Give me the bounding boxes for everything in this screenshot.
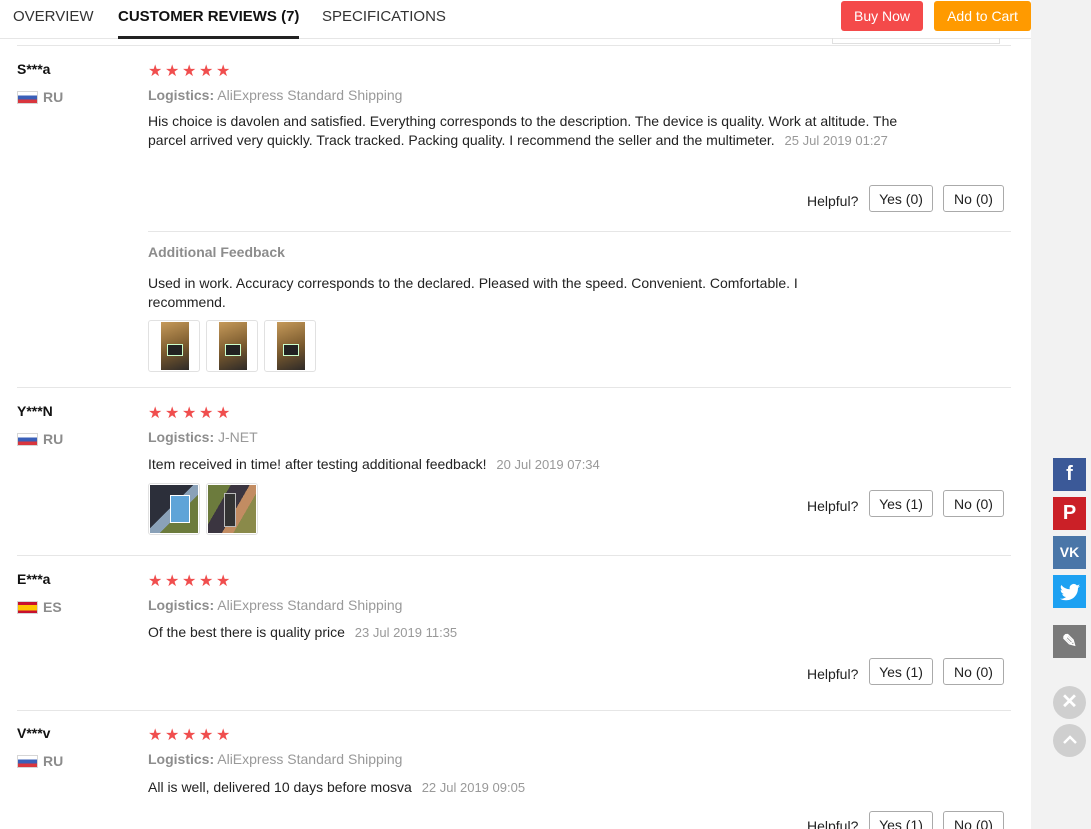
helpful-yes-button[interactable]: Yes (1): [869, 811, 933, 829]
close-icon[interactable]: ✕: [1053, 686, 1086, 719]
additional-feedback-title: Additional Feedback: [148, 244, 285, 260]
logistics-label: Logistics:: [148, 597, 215, 613]
star-icon: ★: [182, 573, 197, 590]
star-icon: ★: [165, 573, 180, 590]
review-divider: [17, 387, 1011, 388]
back-to-top-icon[interactable]: [1053, 724, 1086, 757]
star-icon: ★: [216, 63, 231, 80]
star-icon: ★: [182, 63, 197, 80]
flag-ru-icon: [17, 755, 38, 768]
add-to-cart-button[interactable]: Add to Cart: [934, 1, 1031, 31]
tab-customer-reviews[interactable]: CUSTOMER REVIEWS (7): [118, 0, 300, 39]
review-divider: [17, 710, 1011, 711]
review-date: 25 Jul 2019 01:27: [784, 133, 888, 148]
edit-icon[interactable]: ✎: [1053, 625, 1086, 658]
logistics-info: Logistics: AliExpress Standard Shipping: [148, 597, 402, 613]
review-text: Of the best there is quality price 23 Ju…: [148, 623, 908, 642]
star-icon: ★: [182, 405, 197, 422]
review-text: His choice is davolen and satisfied. Eve…: [148, 112, 908, 150]
star-icon: ★: [216, 573, 231, 590]
star-icon: ★: [148, 63, 163, 80]
star-icon: ★: [148, 405, 163, 422]
logistics-value: AliExpress Standard Shipping: [217, 597, 403, 613]
logistics-value: J-NET: [218, 429, 258, 445]
review-date: 22 Jul 2019 09:05: [421, 780, 526, 795]
logistics-info: Logistics: AliExpress Standard Shipping: [148, 751, 402, 767]
country-code: RU: [43, 753, 64, 769]
review-date: 23 Jul 2019 11:35: [354, 625, 458, 640]
logistics-label: Logistics:: [148, 751, 215, 767]
star-icon: ★: [216, 405, 231, 422]
review-text: Item received in time! after testing add…: [148, 455, 908, 474]
star-icon: ★: [165, 63, 180, 80]
flag-es-icon: [17, 601, 38, 614]
helpful-no-button[interactable]: No (0): [943, 490, 1004, 517]
star-icon: ★: [199, 573, 214, 590]
helpful-no-button[interactable]: No (0): [943, 185, 1004, 212]
review-body: Of the best there is quality price: [148, 624, 345, 640]
review-text: All is well, delivered 10 days before mo…: [148, 778, 908, 797]
review-body: All is well, delivered 10 days before mo…: [148, 779, 412, 795]
facebook-icon[interactable]: f: [1053, 458, 1086, 491]
star-icon: ★: [216, 727, 231, 744]
logistics-value: AliExpress Standard Shipping: [217, 751, 403, 767]
helpful-yes-button[interactable]: Yes (1): [869, 490, 933, 517]
tab-specifications[interactable]: SPECIFICATIONS: [322, 0, 446, 38]
helpful-label: Helpful?: [807, 193, 859, 209]
star-rating: ★ ★ ★ ★ ★: [148, 63, 233, 80]
star-rating: ★ ★ ★ ★ ★: [148, 573, 233, 590]
flag-ru-icon: [17, 91, 38, 104]
additional-feedback-text: Used in work. Accuracy corresponds to th…: [148, 275, 798, 310]
helpful-label: Helpful?: [807, 666, 859, 682]
star-icon: ★: [199, 63, 214, 80]
reviewer-name: Y***N: [17, 403, 53, 419]
helpful-label: Helpful?: [807, 818, 859, 829]
star-rating: ★ ★ ★ ★ ★: [148, 405, 233, 422]
helpful-no-button[interactable]: No (0): [943, 658, 1004, 685]
review-date: 20 Jul 2019 07:34: [496, 457, 600, 472]
vk-icon[interactable]: VK: [1053, 536, 1086, 569]
review-divider: [17, 45, 1011, 46]
reviewer-name: V***v: [17, 725, 51, 741]
product-detail-panel: OVERVIEW CUSTOMER REVIEWS (7) SPECIFICAT…: [0, 0, 1031, 829]
logistics-label: Logistics:: [148, 429, 215, 445]
reviewer-name: S***a: [17, 61, 51, 77]
helpful-yes-button[interactable]: Yes (0): [869, 185, 933, 212]
review-body: Item received in time! after testing add…: [148, 456, 487, 472]
country-code: RU: [43, 431, 64, 447]
review-photo[interactable]: [264, 320, 316, 372]
helpful-no-button[interactable]: No (0): [943, 811, 1004, 829]
tab-overview[interactable]: OVERVIEW: [13, 0, 94, 38]
logistics-label: Logistics:: [148, 87, 215, 103]
star-icon: ★: [199, 405, 214, 422]
twitter-icon[interactable]: [1053, 575, 1086, 608]
logistics-value: AliExpress Standard Shipping: [217, 87, 403, 103]
helpful-yes-button[interactable]: Yes (1): [869, 658, 933, 685]
logistics-info: Logistics: J-NET: [148, 429, 258, 445]
star-icon: ★: [165, 405, 180, 422]
star-icon: ★: [148, 727, 163, 744]
country-code: RU: [43, 89, 64, 105]
star-icon: ★: [182, 727, 197, 744]
star-icon: ★: [199, 727, 214, 744]
review-photo[interactable]: [148, 320, 200, 372]
star-icon: ★: [165, 727, 180, 744]
pinterest-icon[interactable]: P: [1053, 497, 1086, 530]
review-photo[interactable]: [206, 320, 258, 372]
logistics-info: Logistics: AliExpress Standard Shipping: [148, 87, 402, 103]
country-code: ES: [43, 599, 62, 615]
star-icon: ★: [148, 573, 163, 590]
reviewer-name: E***a: [17, 571, 51, 587]
star-rating: ★ ★ ★ ★ ★: [148, 727, 233, 744]
helpful-label: Helpful?: [807, 498, 859, 514]
partial-box: [832, 38, 1000, 44]
review-divider: [17, 555, 1011, 556]
review-photo[interactable]: [148, 483, 200, 535]
review-photo[interactable]: [206, 483, 258, 535]
flag-ru-icon: [17, 433, 38, 446]
additional-feedback-divider: [148, 231, 1011, 232]
product-tab-bar: OVERVIEW CUSTOMER REVIEWS (7) SPECIFICAT…: [0, 0, 1031, 39]
buy-now-button[interactable]: Buy Now: [841, 1, 923, 31]
